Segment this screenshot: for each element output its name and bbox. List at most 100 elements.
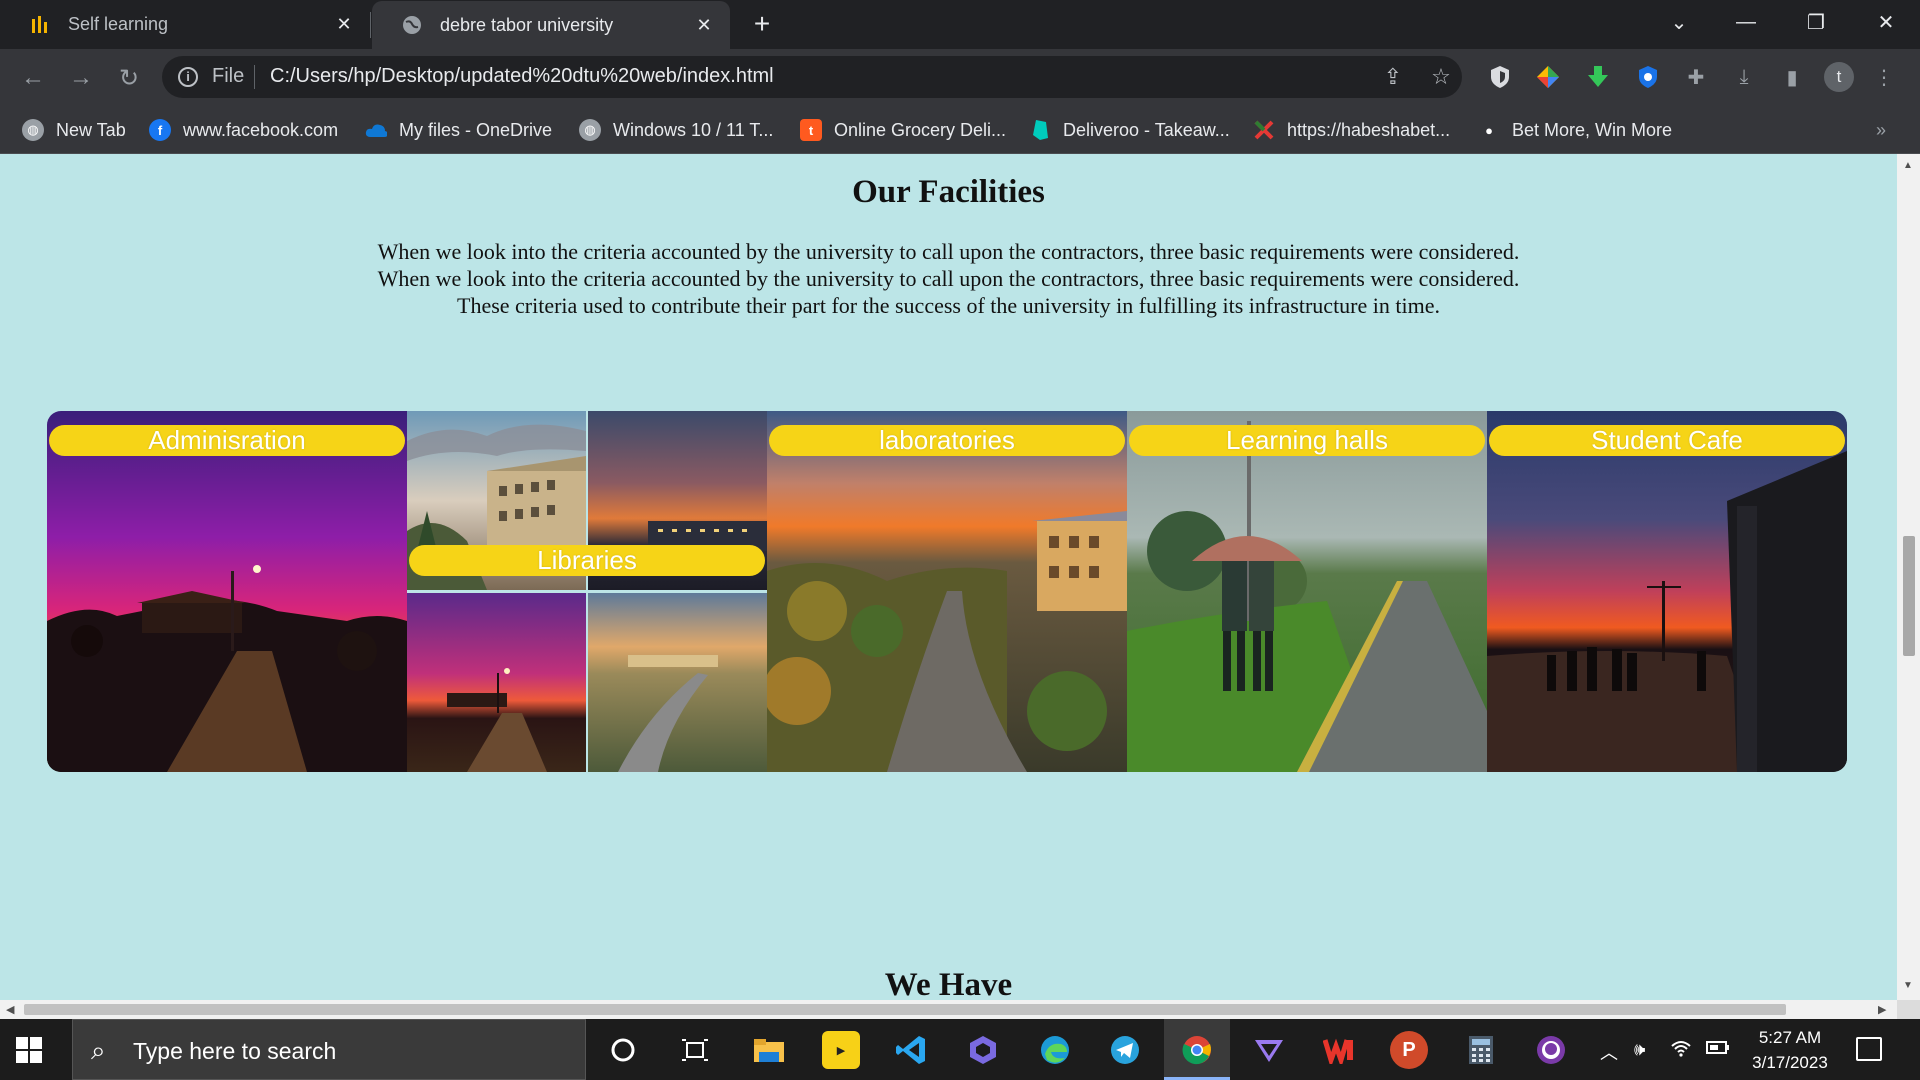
- cortana-icon[interactable]: [604, 1031, 642, 1069]
- scroll-down-arrow-icon[interactable]: ▼: [1903, 980, 1913, 991]
- vscode-icon[interactable]: [892, 1031, 930, 1069]
- bookmark-deliveroo[interactable]: Deliveroo - Takeaw...: [1029, 117, 1230, 143]
- p-app-icon[interactable]: P: [1390, 1031, 1428, 1069]
- page-title: Our Facilities: [852, 174, 1045, 210]
- bookmark-windows[interactable]: ◍ Windows 10 / 11 T...: [579, 117, 773, 143]
- kebab-menu-icon[interactable]: ⋮: [1870, 63, 1898, 91]
- tab-self-learning[interactable]: Self learning ✕: [0, 0, 370, 49]
- facility-card-administration[interactable]: Adminisration: [47, 411, 407, 772]
- restore-button[interactable]: ❐: [1788, 0, 1844, 44]
- address-bar[interactable]: i File C:/Users/hp/Desktop/updated%20dtu…: [162, 56, 1462, 98]
- bookmark-online-grocery[interactable]: t Online Grocery Deli...: [800, 117, 1006, 143]
- profile-avatar[interactable]: t: [1824, 62, 1854, 92]
- bookmark-facebook[interactable]: f www.facebook.com: [149, 117, 338, 143]
- x-logo-icon: [1253, 119, 1275, 141]
- facebook-icon: f: [149, 119, 171, 141]
- forward-button[interactable]: →: [66, 63, 96, 93]
- calculator-icon[interactable]: [1462, 1031, 1500, 1069]
- facility-card-libraries[interactable]: Libraries: [407, 411, 767, 772]
- downloads-icon[interactable]: ⤓: [1730, 63, 1758, 91]
- horizontal-scrollbar[interactable]: ◀ ▶: [0, 1000, 1897, 1019]
- facility-card-laboratories[interactable]: laboratories: [767, 411, 1127, 772]
- scroll-left-arrow-icon[interactable]: ◀: [6, 1003, 14, 1016]
- windows-start-icon[interactable]: [16, 1037, 42, 1063]
- facility-label: Student Cafe: [1489, 425, 1845, 456]
- blue-shield-extension-icon[interactable]: [1634, 63, 1662, 91]
- close-window-button[interactable]: ✕: [1858, 0, 1914, 44]
- bookmark-bet-more[interactable]: ● Bet More, Win More: [1478, 117, 1672, 143]
- learning-halls-rain-photo: [1127, 411, 1487, 772]
- shield-extension-icon[interactable]: [1486, 63, 1514, 91]
- globe-icon: ◍: [22, 119, 44, 141]
- search-placeholder: Type here to search: [133, 1038, 337, 1064]
- new-tab-button[interactable]: +: [748, 10, 776, 39]
- search-icon: ⌕: [91, 1035, 106, 1065]
- wifi-icon[interactable]: [1670, 1039, 1692, 1062]
- facility-label: Learning halls: [1129, 425, 1485, 456]
- vertical-scrollbar[interactable]: ▲ ▼: [1897, 154, 1920, 1000]
- bookmark-label: Windows 10 / 11 T...: [613, 119, 774, 140]
- bookmark-label: Deliveroo - Takeaw...: [1063, 119, 1230, 140]
- bookmark-onedrive[interactable]: My files - OneDrive: [365, 117, 552, 143]
- colorful-diamond-extension-icon[interactable]: [1534, 63, 1562, 91]
- system-clock[interactable]: 5:27 AM 3/17/2023: [1740, 1025, 1840, 1075]
- browser-toolbar: ← → ↻ i File C:/Users/hp/Desktop/updated…: [0, 49, 1920, 106]
- bookmark-habeshabet[interactable]: https://habeshabet...: [1253, 117, 1450, 143]
- download-arrow-extension-icon[interactable]: [1584, 63, 1612, 91]
- facility-card-student-cafe[interactable]: Student Cafe: [1487, 411, 1847, 772]
- bookmark-label: My files - OneDrive: [399, 119, 553, 140]
- task-view-icon[interactable]: [676, 1031, 714, 1069]
- github-desktop-icon[interactable]: [1532, 1031, 1570, 1069]
- scrollbar-corner: [1897, 1000, 1920, 1019]
- share-icon[interactable]: ⇪: [1380, 65, 1406, 91]
- info-icon[interactable]: i: [178, 67, 198, 87]
- bookmark-new-tab[interactable]: ◍ New Tab: [22, 117, 126, 143]
- edge-browser-icon[interactable]: [1036, 1031, 1074, 1069]
- copilot-hexagon-icon[interactable]: [964, 1031, 1002, 1069]
- vertical-scroll-thumb[interactable]: [1903, 536, 1915, 656]
- horizontal-scroll-thumb[interactable]: [24, 1004, 1786, 1015]
- vpn-triangle-icon[interactable]: [1250, 1031, 1288, 1069]
- battery-icon[interactable]: [1706, 1039, 1730, 1060]
- file-explorer-icon[interactable]: [750, 1031, 788, 1069]
- scroll-right-arrow-icon[interactable]: ▶: [1878, 1003, 1886, 1016]
- tab-strip: Self learning ✕ debre tabor university ✕…: [0, 0, 1920, 49]
- telegram-icon[interactable]: [1106, 1031, 1144, 1069]
- notification-center-icon[interactable]: [1856, 1037, 1882, 1061]
- page-viewport: Our Facilities When we look into the cri…: [0, 154, 1897, 1000]
- wps-office-icon[interactable]: [1320, 1031, 1358, 1069]
- show-hidden-icons-chevron-icon[interactable]: ︿: [1600, 1039, 1618, 1065]
- media-player-icon[interactable]: ▶: [822, 1031, 860, 1069]
- globe-icon: ◍: [579, 119, 601, 141]
- volume-icon[interactable]: 🕪: [1634, 1039, 1645, 1060]
- minimize-button[interactable]: —: [1718, 0, 1774, 44]
- facility-card-learning-halls[interactable]: Learning halls: [1127, 411, 1487, 772]
- back-button[interactable]: ←: [18, 63, 48, 93]
- intro-line: When we look into the criteria accounted…: [377, 239, 1520, 264]
- file-scheme-label: File: [212, 65, 245, 87]
- url-text[interactable]: C:/Users/hp/Desktop/updated%20dtu%20web/…: [270, 65, 774, 88]
- tab-divider: [370, 12, 371, 38]
- lines-favicon-icon: [30, 15, 50, 35]
- library-aerial-photo: [588, 593, 767, 772]
- administration-sunset-photo: [47, 411, 407, 772]
- bookmark-label: https://habeshabet...: [1287, 119, 1451, 140]
- tab-search-chevron-icon[interactable]: ⌄: [1651, 0, 1707, 44]
- intro-paragraph: When we look into the criteria accounted…: [0, 238, 1897, 319]
- close-tab-icon[interactable]: ✕: [692, 13, 716, 37]
- chrome-icon[interactable]: [1178, 1031, 1216, 1069]
- intro-line: These criteria used to contribute their …: [457, 293, 1440, 318]
- kangaroo-icon: [1029, 119, 1051, 141]
- bookmark-star-icon[interactable]: ☆: [1428, 65, 1454, 91]
- reload-button[interactable]: ↻: [114, 63, 144, 93]
- student-cafe-sunset-photo: [1487, 411, 1847, 772]
- globe-icon: [402, 15, 422, 35]
- puzzle-extensions-icon[interactable]: ✚: [1682, 63, 1710, 91]
- close-tab-icon[interactable]: ✕: [332, 13, 356, 37]
- scroll-up-arrow-icon[interactable]: ▲: [1903, 160, 1913, 171]
- taskbar-search-box[interactable]: ⌕ Type here to search: [72, 1019, 586, 1080]
- bookmarks-overflow-icon[interactable]: »: [1876, 120, 1886, 141]
- side-panel-icon[interactable]: ▮: [1778, 63, 1806, 91]
- ball-icon: ●: [1485, 122, 1493, 138]
- tab-debre-tabor-university[interactable]: debre tabor university ✕: [372, 1, 730, 49]
